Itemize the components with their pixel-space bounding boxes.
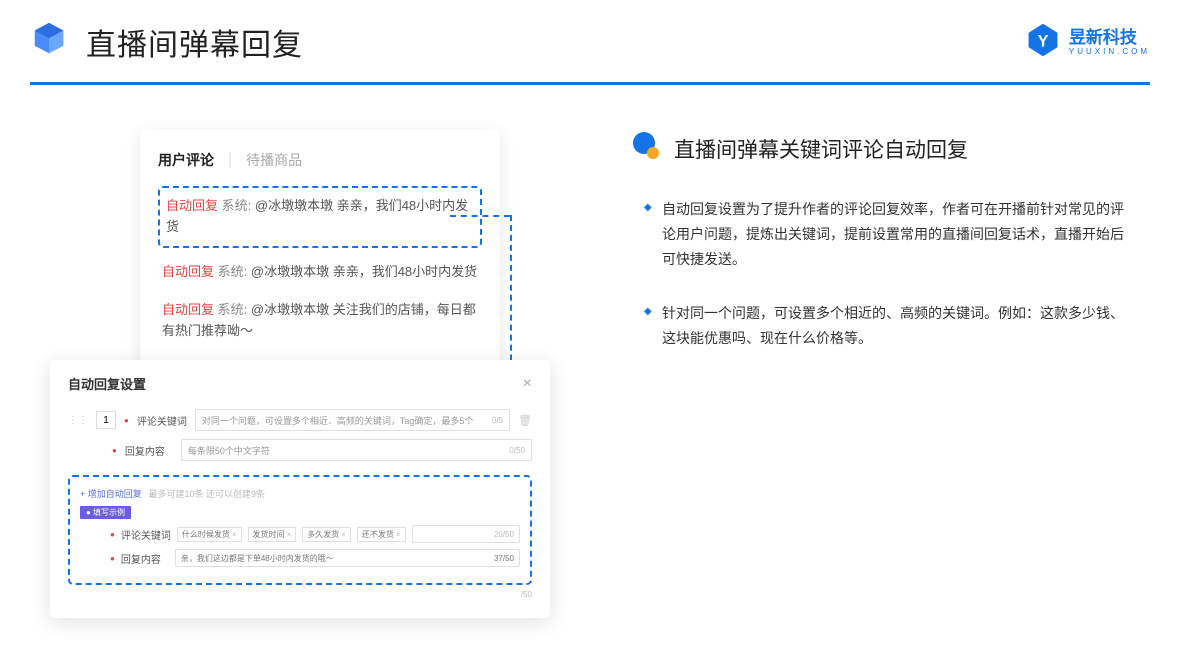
bullet-item: 自动回复设置为了提升作者的评论回复效率，作者可在开播前针对常见的评论用户问题，提… [644, 197, 1130, 273]
page-title: 直播间弹幕回复 [86, 20, 303, 64]
form-area: ⋮⋮ 1 ● 评论关键词 对同一个问题，可设置多个相近、高频的关键词，Tag确定… [68, 409, 532, 600]
svg-text:Y: Y [1037, 32, 1048, 50]
connector-line [450, 215, 510, 217]
tab-divider: | [228, 151, 232, 169]
content-row: ● 回复内容 每条限50个中文字符 0/50 [68, 439, 532, 461]
tag-remove-icon[interactable]: × [287, 530, 292, 539]
example-tag-item: 什么时候发货× [177, 527, 242, 542]
close-icon[interactable]: × [523, 375, 532, 393]
keyword-row: ⋮⋮ 1 ● 评论关键词 对同一个问题，可设置多个相近、高频的关键词，Tag确定… [68, 409, 532, 431]
auto-reply-settings-modal: 自动回复设置 × ⋮⋮ 1 ● 评论关键词 对同一个问题，可设置多个相近、高频的… [50, 360, 550, 618]
right-column: 直播间弹幕关键词评论自动回复 自动回复设置为了提升作者的评论回复效率，作者可在开… [580, 130, 1180, 379]
auto-reply-tag: 自动回复 [162, 264, 214, 279]
content-input[interactable]: 每条限50个中文字符 0/50 [181, 439, 532, 461]
bullet-list: 自动回复设置为了提升作者的评论回复效率，作者可在开播前针对常见的评论用户问题，提… [630, 197, 1130, 351]
comment-text: @冰墩墩本墩 亲亲，我们48小时内发货 [251, 264, 477, 279]
comment-row-highlighted: 自动回复 系统: @冰墩墩本墩 亲亲，我们48小时内发货 [158, 186, 482, 248]
example-content-input[interactable]: 亲，我们这边都是下单48小时内发货的哦～ 37/50 [175, 549, 520, 567]
example-tag-input[interactable]: 20/50 [412, 525, 520, 543]
system-label: 系统: [222, 198, 252, 213]
bullet-item: 针对同一个问题，可设置多个相近的、高频的关键词。例如：这款多少钱、这块能优惠吗、… [644, 301, 1130, 351]
example-block: + 增加自动回复 最多可建10条 还可以创建9条 ● 填写示例 ● 评论关键词 … [68, 475, 532, 585]
keyword-counter: 0/5 [492, 416, 503, 425]
header-left: 直播间弹幕回复 [30, 20, 303, 64]
auto-reply-tag: 自动回复 [166, 198, 218, 213]
brand-text: 昱新科技 YUUXIN.COM [1069, 29, 1150, 56]
keyword-placeholder: 对同一个问题，可设置多个相近、高频的关键词，Tag确定，最多5个 [202, 414, 474, 427]
card-tabs: 用户评论 | 待播商品 [158, 150, 482, 170]
section-head: 直播间弹幕关键词评论自动回复 [630, 130, 1130, 167]
example-content-row: ● 回复内容 亲，我们这边都是下单48小时内发货的哦～ 37/50 [80, 549, 520, 567]
bubble-icon [630, 130, 662, 167]
tag-remove-icon[interactable]: × [232, 530, 237, 539]
example-keyword-row: ● 评论关键词 什么时候发货× 发货时间× 多久发货× 还不发货× 20/50 [80, 525, 520, 543]
keyword-input[interactable]: 对同一个问题，可设置多个相近、高频的关键词，Tag确定，最多5个 0/5 [195, 409, 510, 431]
system-label: 系统: [218, 264, 248, 279]
required-dot-icon: ● [124, 416, 129, 425]
comment-row: 自动回复 系统: @冰墩墩本墩 关注我们的店铺，每日都有热门推荐呦～ [158, 296, 482, 346]
brand-url: YUUXIN.COM [1069, 48, 1150, 56]
tag-remove-icon[interactable]: × [396, 530, 401, 539]
ex-keyword-label: 评论关键词 [121, 527, 171, 542]
add-hint: 最多可建10条 还可以创建9条 [149, 489, 266, 499]
main-content: 用户评论 | 待播商品 自动回复 系统: @冰墩墩本墩 亲亲，我们48小时内发货… [0, 130, 1180, 379]
modal-header: 自动回复设置 × [68, 374, 532, 393]
required-dot-icon: ● [112, 446, 117, 455]
extra-counter: /50 [521, 590, 532, 599]
ex-content-label: 回复内容 [121, 551, 169, 566]
example-tag-item: 还不发货× [357, 527, 406, 542]
ex-content-text: 亲，我们这边都是下单48小时内发货的哦～ [181, 553, 334, 564]
index-box: 1 [96, 411, 116, 429]
modal-title: 自动回复设置 [68, 374, 146, 393]
required-dot-icon: ● [110, 530, 115, 539]
system-label: 系统: [218, 302, 248, 317]
brand: Y 昱新科技 YUUXIN.COM [1025, 22, 1150, 63]
example-tag-item: 多久发货× [302, 527, 351, 542]
cube-icon [30, 21, 68, 64]
example-tag: ● 填写示例 [80, 506, 131, 519]
brand-logo-icon: Y [1025, 22, 1061, 63]
comment-card: 用户评论 | 待播商品 自动回复 系统: @冰墩墩本墩 亲亲，我们48小时内发货… [140, 130, 500, 376]
ex-tag-counter: 20/50 [494, 530, 514, 539]
trash-icon[interactable]: 🗑 [518, 414, 532, 427]
brand-name: 昱新科技 [1069, 29, 1150, 46]
tab-user-comments[interactable]: 用户评论 [158, 150, 214, 170]
content-counter: 0/50 [509, 446, 525, 455]
add-auto-reply-link[interactable]: + 增加自动回复 [80, 489, 142, 499]
comment-row: 自动回复 系统: @冰墩墩本墩 亲亲，我们48小时内发货 [158, 258, 482, 287]
keyword-label: 评论关键词 [137, 413, 187, 428]
content-label: 回复内容 [125, 443, 173, 458]
left-column: 用户评论 | 待播商品 自动回复 系统: @冰墩墩本墩 亲亲，我们48小时内发货… [0, 130, 580, 379]
ex-content-counter: 37/50 [494, 554, 514, 563]
add-row: + 增加自动回复 最多可建10条 还可以创建9条 [80, 487, 520, 500]
section-title: 直播间弹幕关键词评论自动回复 [674, 134, 968, 164]
auto-reply-tag: 自动回复 [162, 302, 214, 317]
tag-remove-icon[interactable]: × [341, 530, 346, 539]
required-dot-icon: ● [110, 554, 115, 563]
content-placeholder: 每条限50个中文字符 [188, 444, 270, 457]
drag-handle-icon[interactable]: ⋮⋮ [68, 415, 88, 426]
page-header: 直播间弹幕回复 Y 昱新科技 YUUXIN.COM [30, 20, 1150, 85]
tab-pending-goods[interactable]: 待播商品 [246, 150, 302, 170]
example-tag-item: 发货时间× [248, 527, 297, 542]
